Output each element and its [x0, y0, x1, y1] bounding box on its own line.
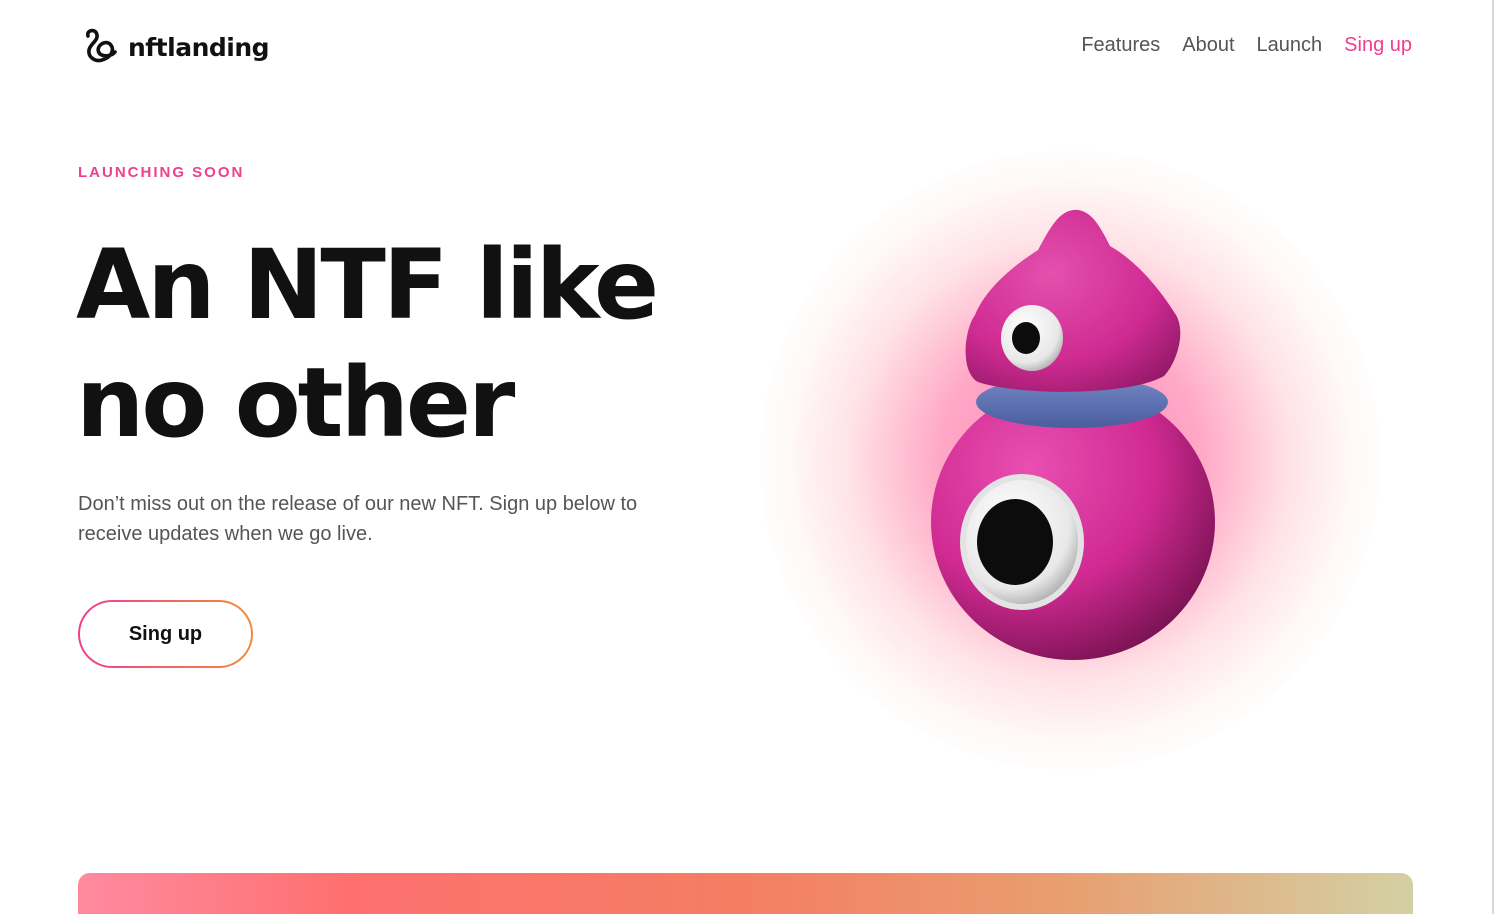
brand-name: nftlanding: [128, 32, 270, 62]
landing-page: nftlanding Features About Launch Sing up…: [0, 0, 1494, 914]
nav-link-launch[interactable]: Launch: [1257, 34, 1323, 57]
swirl-logo-icon: [85, 28, 117, 63]
hero-headline-line-1: An NTF like: [76, 229, 659, 341]
signup-button-label: Sing up: [80, 602, 251, 666]
nft-illustration: [760, 150, 1380, 770]
creature-head: [965, 209, 1181, 392]
hero-headline-line-2: no other: [76, 347, 515, 459]
hero-headline: An NTF like no other: [76, 226, 716, 462]
brand-logo[interactable]: nftlanding: [82, 28, 270, 66]
nav-link-about[interactable]: About: [1182, 34, 1234, 57]
gradient-banner: [78, 873, 1413, 914]
creature-image: [931, 209, 1215, 660]
creature-small-pupil: [1012, 322, 1040, 354]
signup-button[interactable]: Sing up: [78, 600, 253, 668]
nav-link-features[interactable]: Features: [1081, 34, 1160, 57]
eyebrow-label: LAUNCHING SOON: [78, 164, 245, 181]
creature-large-pupil: [977, 499, 1053, 585]
hero-subtext: Don’t miss out on the release of our new…: [78, 493, 638, 545]
main-nav: Features About Launch Sing up: [1081, 34, 1412, 57]
nav-link-signup[interactable]: Sing up: [1344, 34, 1412, 57]
